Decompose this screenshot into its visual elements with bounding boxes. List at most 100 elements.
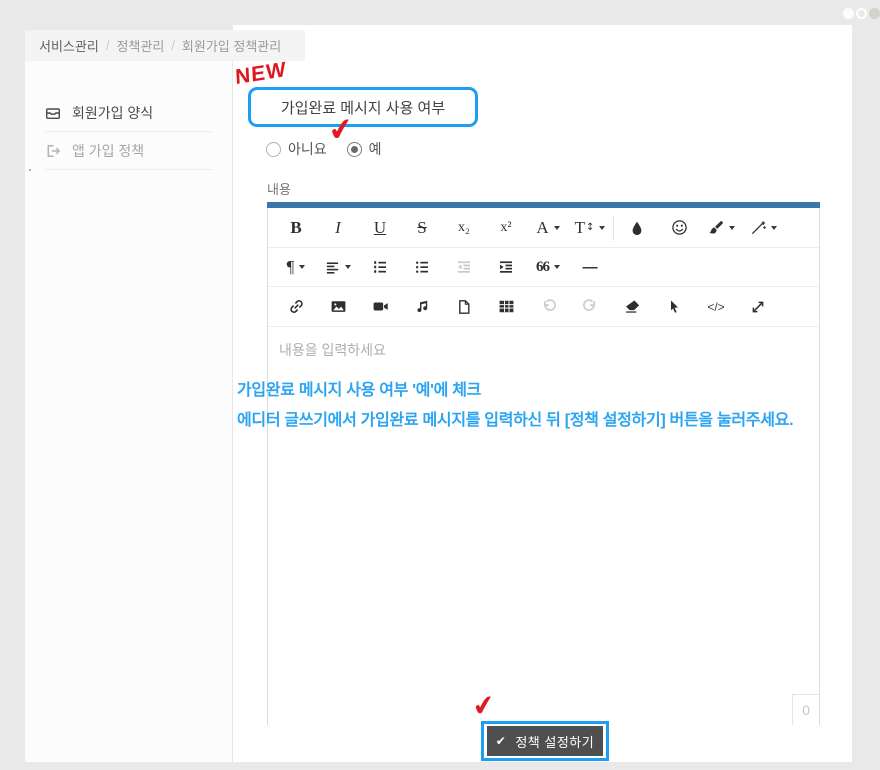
window-dot-icon[interactable] (856, 8, 867, 19)
video-button[interactable] (359, 292, 401, 322)
ordered-list-button[interactable] (359, 252, 401, 282)
bold-button[interactable]: B (275, 213, 317, 243)
image-icon (331, 301, 345, 312)
radio-no[interactable] (266, 141, 281, 157)
indent-button[interactable] (485, 252, 527, 282)
italic-button[interactable]: I (317, 213, 359, 243)
set-policy-button[interactable]: ✔ 정책 설정하기 (487, 726, 603, 756)
font-color-button[interactable]: A (527, 213, 569, 243)
expand-icon (752, 301, 764, 312)
select-button[interactable] (653, 292, 695, 322)
breadcrumb-item: 회원가입 정책관리 (181, 39, 282, 54)
breadcrumb-item[interactable]: 서비스관리 (39, 36, 99, 55)
check-icon: ✔ (495, 734, 507, 748)
line-height-button[interactable]: T ↕ (569, 213, 611, 243)
set-policy-button-label: 정책 설정하기 (515, 734, 595, 750)
file-button[interactable] (443, 292, 485, 322)
window-dot-icon[interactable] (869, 8, 880, 19)
chevron-down-icon (345, 265, 351, 269)
droplet-icon (632, 221, 642, 235)
chevron-down-icon (599, 225, 606, 230)
superscript-button[interactable]: x² (485, 213, 527, 243)
link-icon (289, 300, 303, 313)
file-icon (459, 299, 470, 314)
chevron-down-icon (553, 225, 560, 230)
chevron-down-icon (728, 225, 735, 230)
outdent-icon (458, 261, 470, 273)
ordered-list-icon (374, 261, 386, 273)
link-button[interactable] (275, 292, 317, 322)
chevron-down-icon (770, 225, 777, 230)
breadcrumb: 서비스관리 / 정책관리 / 회원가입 정책관리 (25, 30, 305, 61)
sidebar-item-label: 앱 가입 정책 (72, 142, 145, 159)
quote-button[interactable]: 66 (527, 252, 569, 282)
music-note-icon (417, 300, 428, 312)
content-field-label: 내용 (267, 182, 291, 197)
video-icon (373, 302, 388, 311)
horizontal-rule-button[interactable]: — (569, 252, 611, 282)
red-check-annotation: ✔ (326, 110, 356, 149)
paragraph-format-button[interactable]: ¶ (275, 252, 317, 282)
eraser-button[interactable] (611, 292, 653, 322)
editor-toolbar-row1: B I U S x₂ x² A T ↕ (268, 208, 819, 248)
code-view-button[interactable]: </> (695, 292, 737, 322)
chevron-down-icon (299, 265, 306, 269)
redo-icon (582, 299, 595, 311)
sidebar-item-label: 회원가입 양식 (72, 104, 154, 121)
bullet-list-button[interactable] (401, 252, 443, 282)
emoticon-button[interactable] (658, 213, 700, 243)
sidebar: 회원가입 양식 앱 가입 정책 (25, 61, 233, 762)
indent-icon (500, 261, 512, 273)
stray-dot (29, 169, 31, 171)
undo-icon (543, 299, 556, 311)
use-message-radio-group: 아니요 예 (266, 139, 382, 159)
rich-text-editor: B I U S x₂ x² A T ↕ ¶ 66 — </> 내용을 입력하세요… (267, 202, 820, 725)
toolbar-separator (613, 214, 614, 241)
radio-no-label[interactable]: 아니요 (288, 139, 327, 159)
fullscreen-button[interactable] (737, 292, 779, 322)
sidebar-item-signup-form[interactable]: 회원가입 양식 (45, 94, 212, 132)
radio-yes-label[interactable]: 예 (369, 139, 382, 159)
subscript-button[interactable]: x₂ (443, 213, 485, 243)
chevron-down-icon (554, 265, 560, 269)
sidebar-item-app-signup-policy[interactable]: 앱 가입 정책 (45, 132, 212, 170)
policy-title: 가입완료 메시지 사용 여부 (280, 99, 446, 117)
editor-toolbar-row2: ¶ 66 — (268, 248, 819, 287)
wand-icon (751, 220, 766, 234)
magic-style-button[interactable] (742, 213, 784, 243)
inbox-icon (45, 105, 61, 121)
highlight-color-button[interactable] (616, 213, 658, 243)
guide-annotation-line1: 가입완료 메시지 사용 여부 '예'에 체크 (237, 382, 482, 399)
eraser-icon (625, 300, 639, 313)
align-left-icon (326, 261, 339, 274)
table-icon (499, 300, 513, 313)
breadcrumb-item[interactable]: 정책관리 (116, 36, 164, 55)
window-controls (843, 8, 880, 19)
sign-out-icon (45, 143, 61, 159)
guide-annotation-line2: 에디터 글쓰기에서 가입완료 메시지를 입력하신 뒤 [정책 설정하기] 버튼을… (237, 412, 794, 429)
redo-button[interactable] (569, 292, 611, 322)
editor-toolbar-row3: </> (268, 287, 819, 327)
strikethrough-button[interactable]: S (401, 213, 443, 243)
smiley-icon (671, 220, 687, 235)
undo-button[interactable] (527, 292, 569, 322)
outdent-button[interactable] (443, 252, 485, 282)
align-button[interactable] (317, 252, 359, 282)
breadcrumb-separator: / (171, 38, 175, 53)
updown-arrow-icon: ↕ (586, 222, 595, 233)
table-button[interactable] (485, 292, 527, 322)
cursor-icon (671, 300, 678, 313)
window-dot-icon[interactable] (843, 8, 854, 19)
brush-icon (709, 220, 723, 234)
editor-placeholder: 내용을 입력하세요 (279, 342, 386, 358)
bullet-list-icon (416, 261, 428, 273)
app-screen: 서비스관리 / 정책관리 / 회원가입 정책관리 회원가입 양식 앱 가입 정책… (0, 0, 880, 770)
policy-title-highlight-box: 가입완료 메시지 사용 여부 (248, 87, 478, 127)
red-check-annotation: ✔ (470, 688, 497, 723)
music-button[interactable] (401, 292, 443, 322)
image-button[interactable] (317, 292, 359, 322)
underline-button[interactable]: U (359, 213, 401, 243)
paint-format-button[interactable] (700, 213, 742, 243)
breadcrumb-separator: / (105, 38, 110, 53)
char-counter: 0 (792, 694, 819, 725)
